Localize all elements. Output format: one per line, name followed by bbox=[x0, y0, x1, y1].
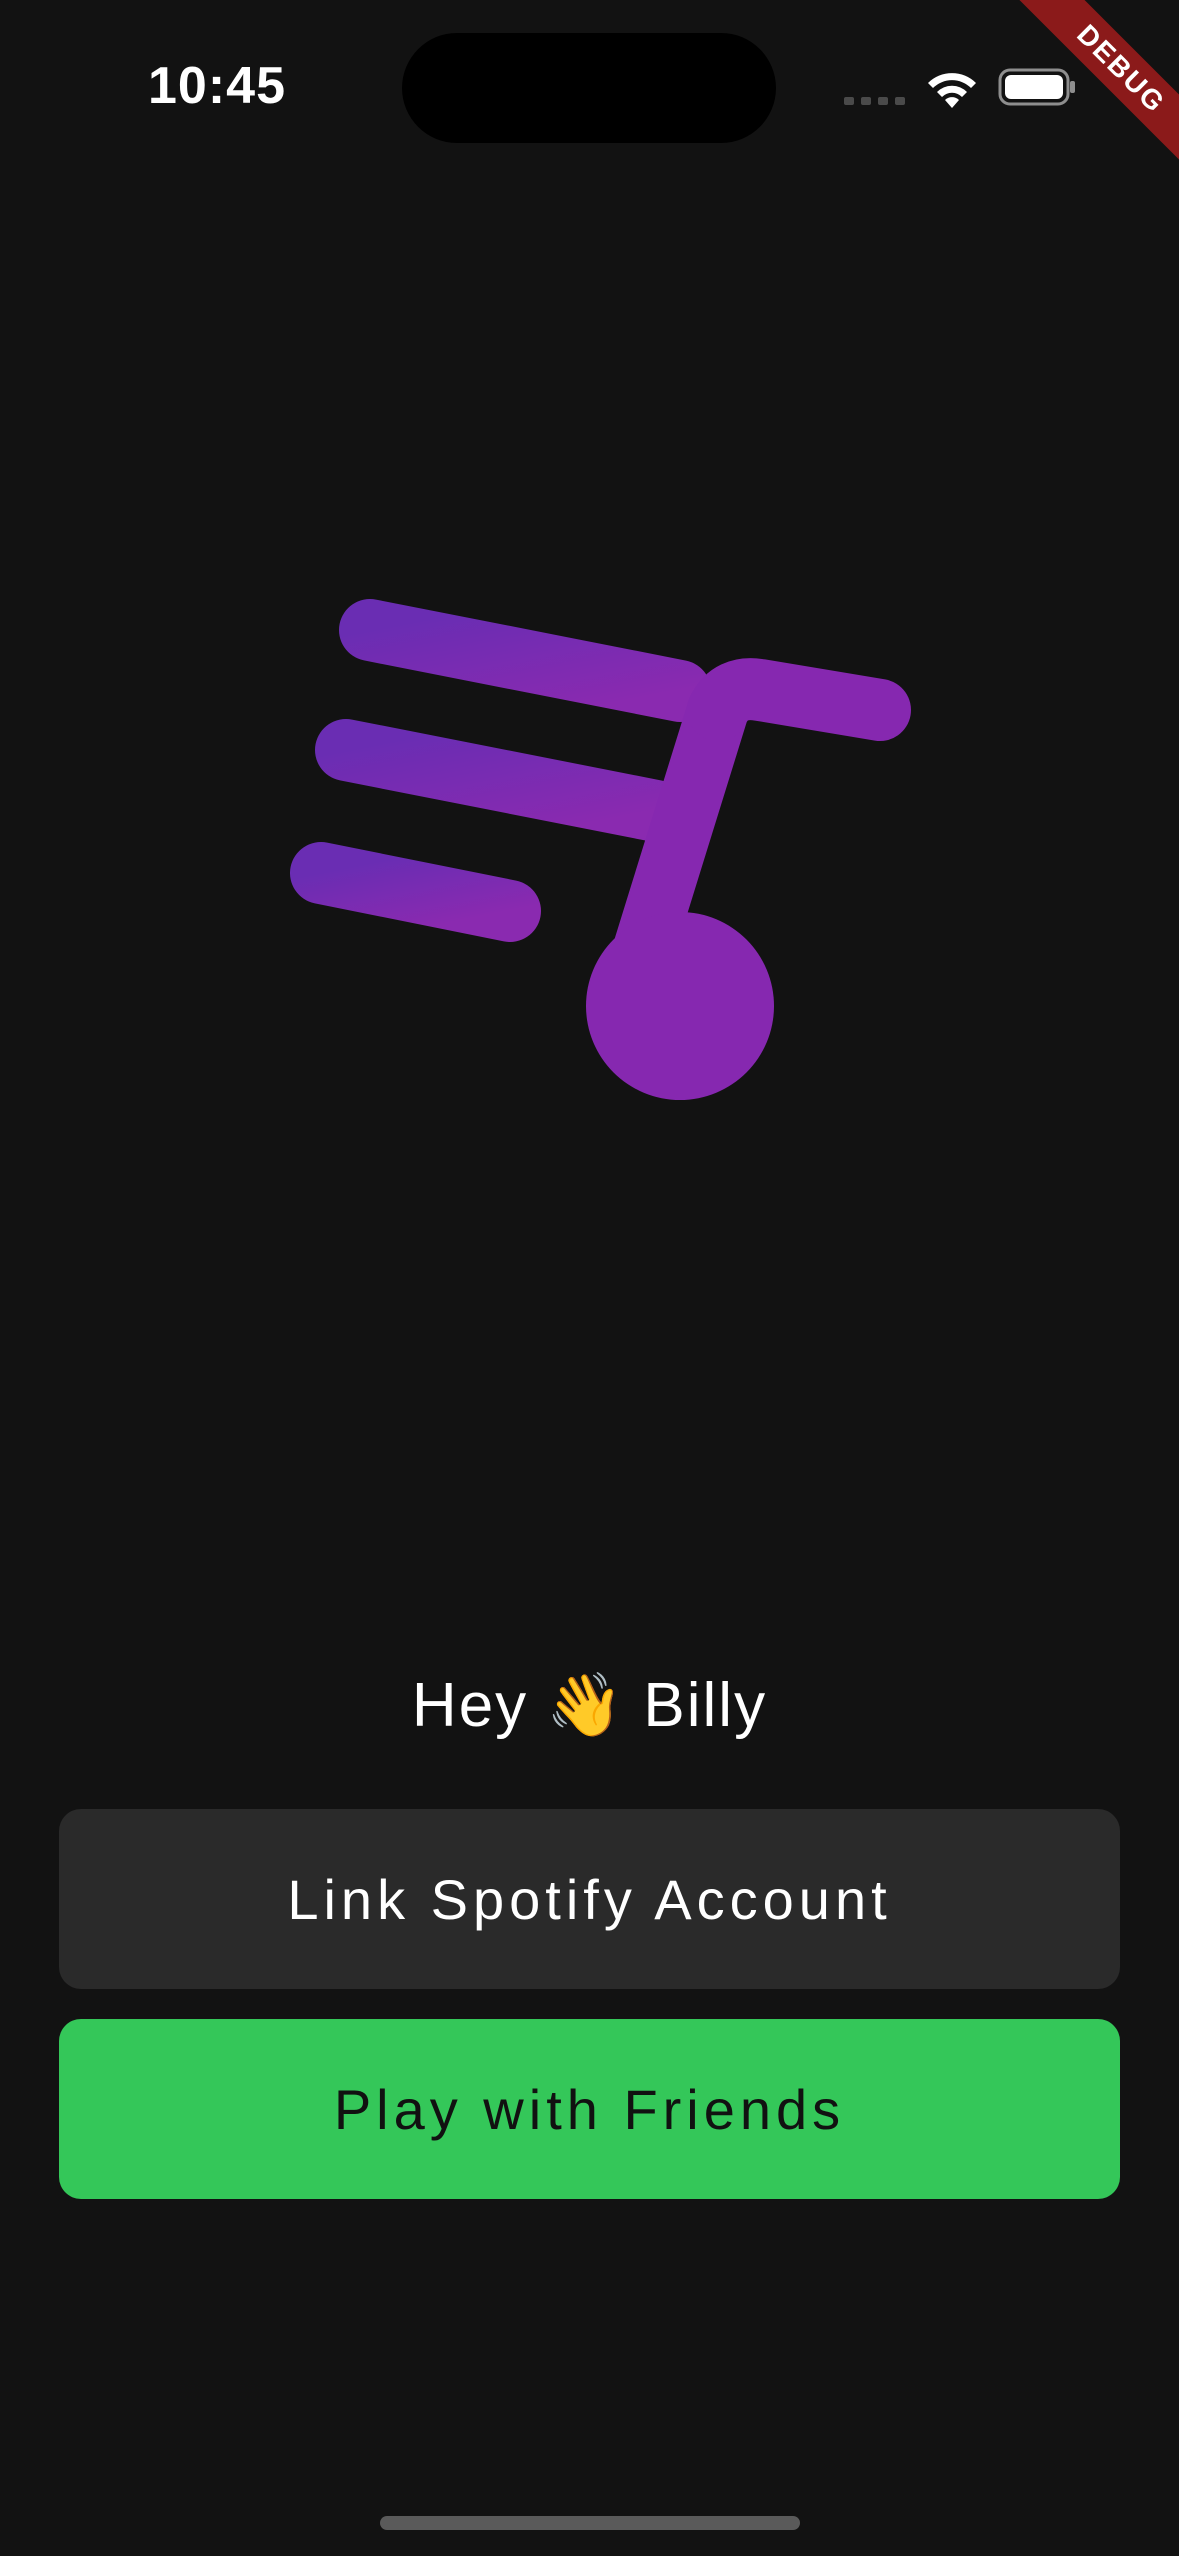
status-time: 10:45 bbox=[148, 57, 286, 115]
debug-banner: DEBUG bbox=[979, 0, 1179, 200]
play-with-friends-label: Play with Friends bbox=[333, 2077, 846, 2141]
dynamic-island bbox=[402, 33, 776, 143]
link-spotify-account-label: Link Spotify Account bbox=[287, 1867, 892, 1931]
debug-banner-label: DEBUG bbox=[1005, 0, 1179, 185]
greeting: Hey 👋 Billy bbox=[0, 1668, 1179, 1742]
home-indicator[interactable] bbox=[380, 2516, 800, 2530]
wifi-icon bbox=[928, 73, 976, 108]
link-spotify-account-button[interactable]: Link Spotify Account bbox=[59, 1809, 1120, 1989]
play-with-friends-button[interactable]: Play with Friends bbox=[59, 2019, 1120, 2199]
greeting-prefix: Hey bbox=[411, 1671, 529, 1740]
music-note-logo bbox=[290, 599, 911, 1100]
greeting-name: Billy bbox=[643, 1671, 768, 1740]
waving-hand-emoji: 👋 bbox=[546, 1668, 626, 1741]
cellular-signal-icon bbox=[844, 97, 905, 105]
